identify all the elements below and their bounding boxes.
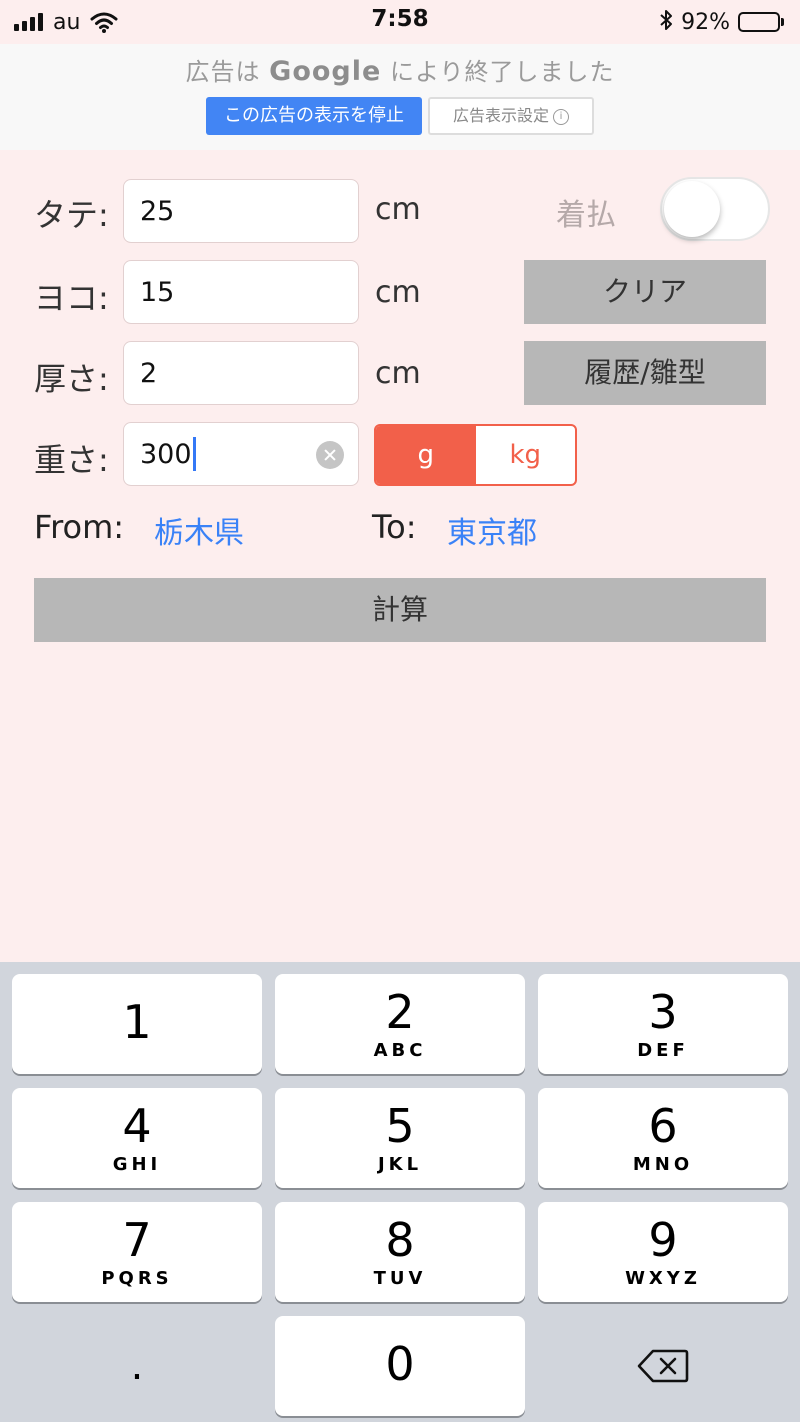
- height-label: タテ:: [34, 196, 109, 234]
- from-label: From:: [34, 508, 125, 546]
- key-dot[interactable]: .: [12, 1316, 262, 1416]
- unit-option-kg[interactable]: kg: [476, 426, 576, 484]
- backspace-icon: [538, 1316, 788, 1416]
- weight-input[interactable]: 300: [123, 422, 359, 486]
- thickness-unit: cm: [375, 356, 421, 391]
- clear-button[interactable]: クリア: [524, 260, 766, 324]
- to-label: To:: [372, 508, 417, 546]
- battery-icon: [738, 11, 786, 33]
- unit-option-g[interactable]: g: [376, 426, 476, 484]
- google-logo: Google: [269, 56, 382, 87]
- cash-on-delivery-toggle[interactable]: [660, 177, 770, 241]
- weight-value: 300: [140, 439, 192, 470]
- stop-ad-button[interactable]: この広告の表示を停止: [206, 97, 422, 135]
- key-4[interactable]: 4 GHI: [12, 1088, 262, 1188]
- delete-key[interactable]: [538, 1316, 788, 1416]
- key-9[interactable]: 9 WXYZ: [538, 1202, 788, 1302]
- width-label: ヨコ:: [34, 279, 109, 317]
- wifi-icon: [90, 11, 118, 33]
- key-3[interactable]: 3 DEF: [538, 974, 788, 1074]
- bluetooth-icon: [659, 9, 673, 35]
- carrier-name: au: [53, 9, 81, 35]
- key-2[interactable]: 2 ABC: [275, 974, 525, 1074]
- text-cursor: [192, 436, 196, 471]
- thickness-label: 厚さ:: [34, 360, 109, 398]
- numeric-keypad: 1 2 ABC 3 DEF 4 GHI 5 JKL 6 MNO 7 PQRS 8…: [0, 962, 800, 1422]
- key-7[interactable]: 7 PQRS: [12, 1202, 262, 1302]
- thickness-input[interactable]: 2: [123, 341, 359, 405]
- battery-percentage: 92%: [681, 9, 730, 35]
- key-5[interactable]: 5 JKL: [275, 1088, 525, 1188]
- signal-strength-icon: [14, 13, 43, 31]
- ad-banner: 広告は Google により終了しました この広告の表示を停止 広告表示設定 i: [0, 44, 800, 150]
- clear-text-icon[interactable]: [316, 441, 344, 469]
- height-input[interactable]: 25: [123, 179, 359, 243]
- key-1[interactable]: 1: [12, 974, 262, 1074]
- key-8[interactable]: 8 TUV: [275, 1202, 525, 1302]
- weight-label: 重さ:: [34, 441, 109, 479]
- key-6[interactable]: 6 MNO: [538, 1088, 788, 1188]
- history-template-button[interactable]: 履歴/雛型: [524, 341, 766, 405]
- weight-unit-toggle[interactable]: g kg: [374, 424, 577, 486]
- toggle-knob: [664, 181, 720, 237]
- to-prefecture-link[interactable]: 東京都: [447, 508, 537, 552]
- calculate-button[interactable]: 計算: [34, 578, 766, 642]
- info-icon: i: [553, 108, 569, 125]
- width-value: 15: [140, 277, 175, 308]
- from-prefecture-link[interactable]: 栃木県: [154, 508, 244, 552]
- ad-settings-button[interactable]: 広告表示設定 i: [428, 97, 594, 135]
- thickness-value: 2: [140, 358, 158, 389]
- width-unit: cm: [375, 275, 421, 310]
- height-unit: cm: [375, 192, 421, 227]
- cash-on-delivery-label: 着払: [556, 198, 616, 233]
- ad-closed-message: 広告は Google により終了しました: [185, 56, 615, 87]
- height-value: 25: [140, 196, 175, 227]
- width-input[interactable]: 15: [123, 260, 359, 324]
- status-bar: au 7:58 92%: [0, 0, 800, 44]
- key-0[interactable]: 0: [275, 1316, 525, 1416]
